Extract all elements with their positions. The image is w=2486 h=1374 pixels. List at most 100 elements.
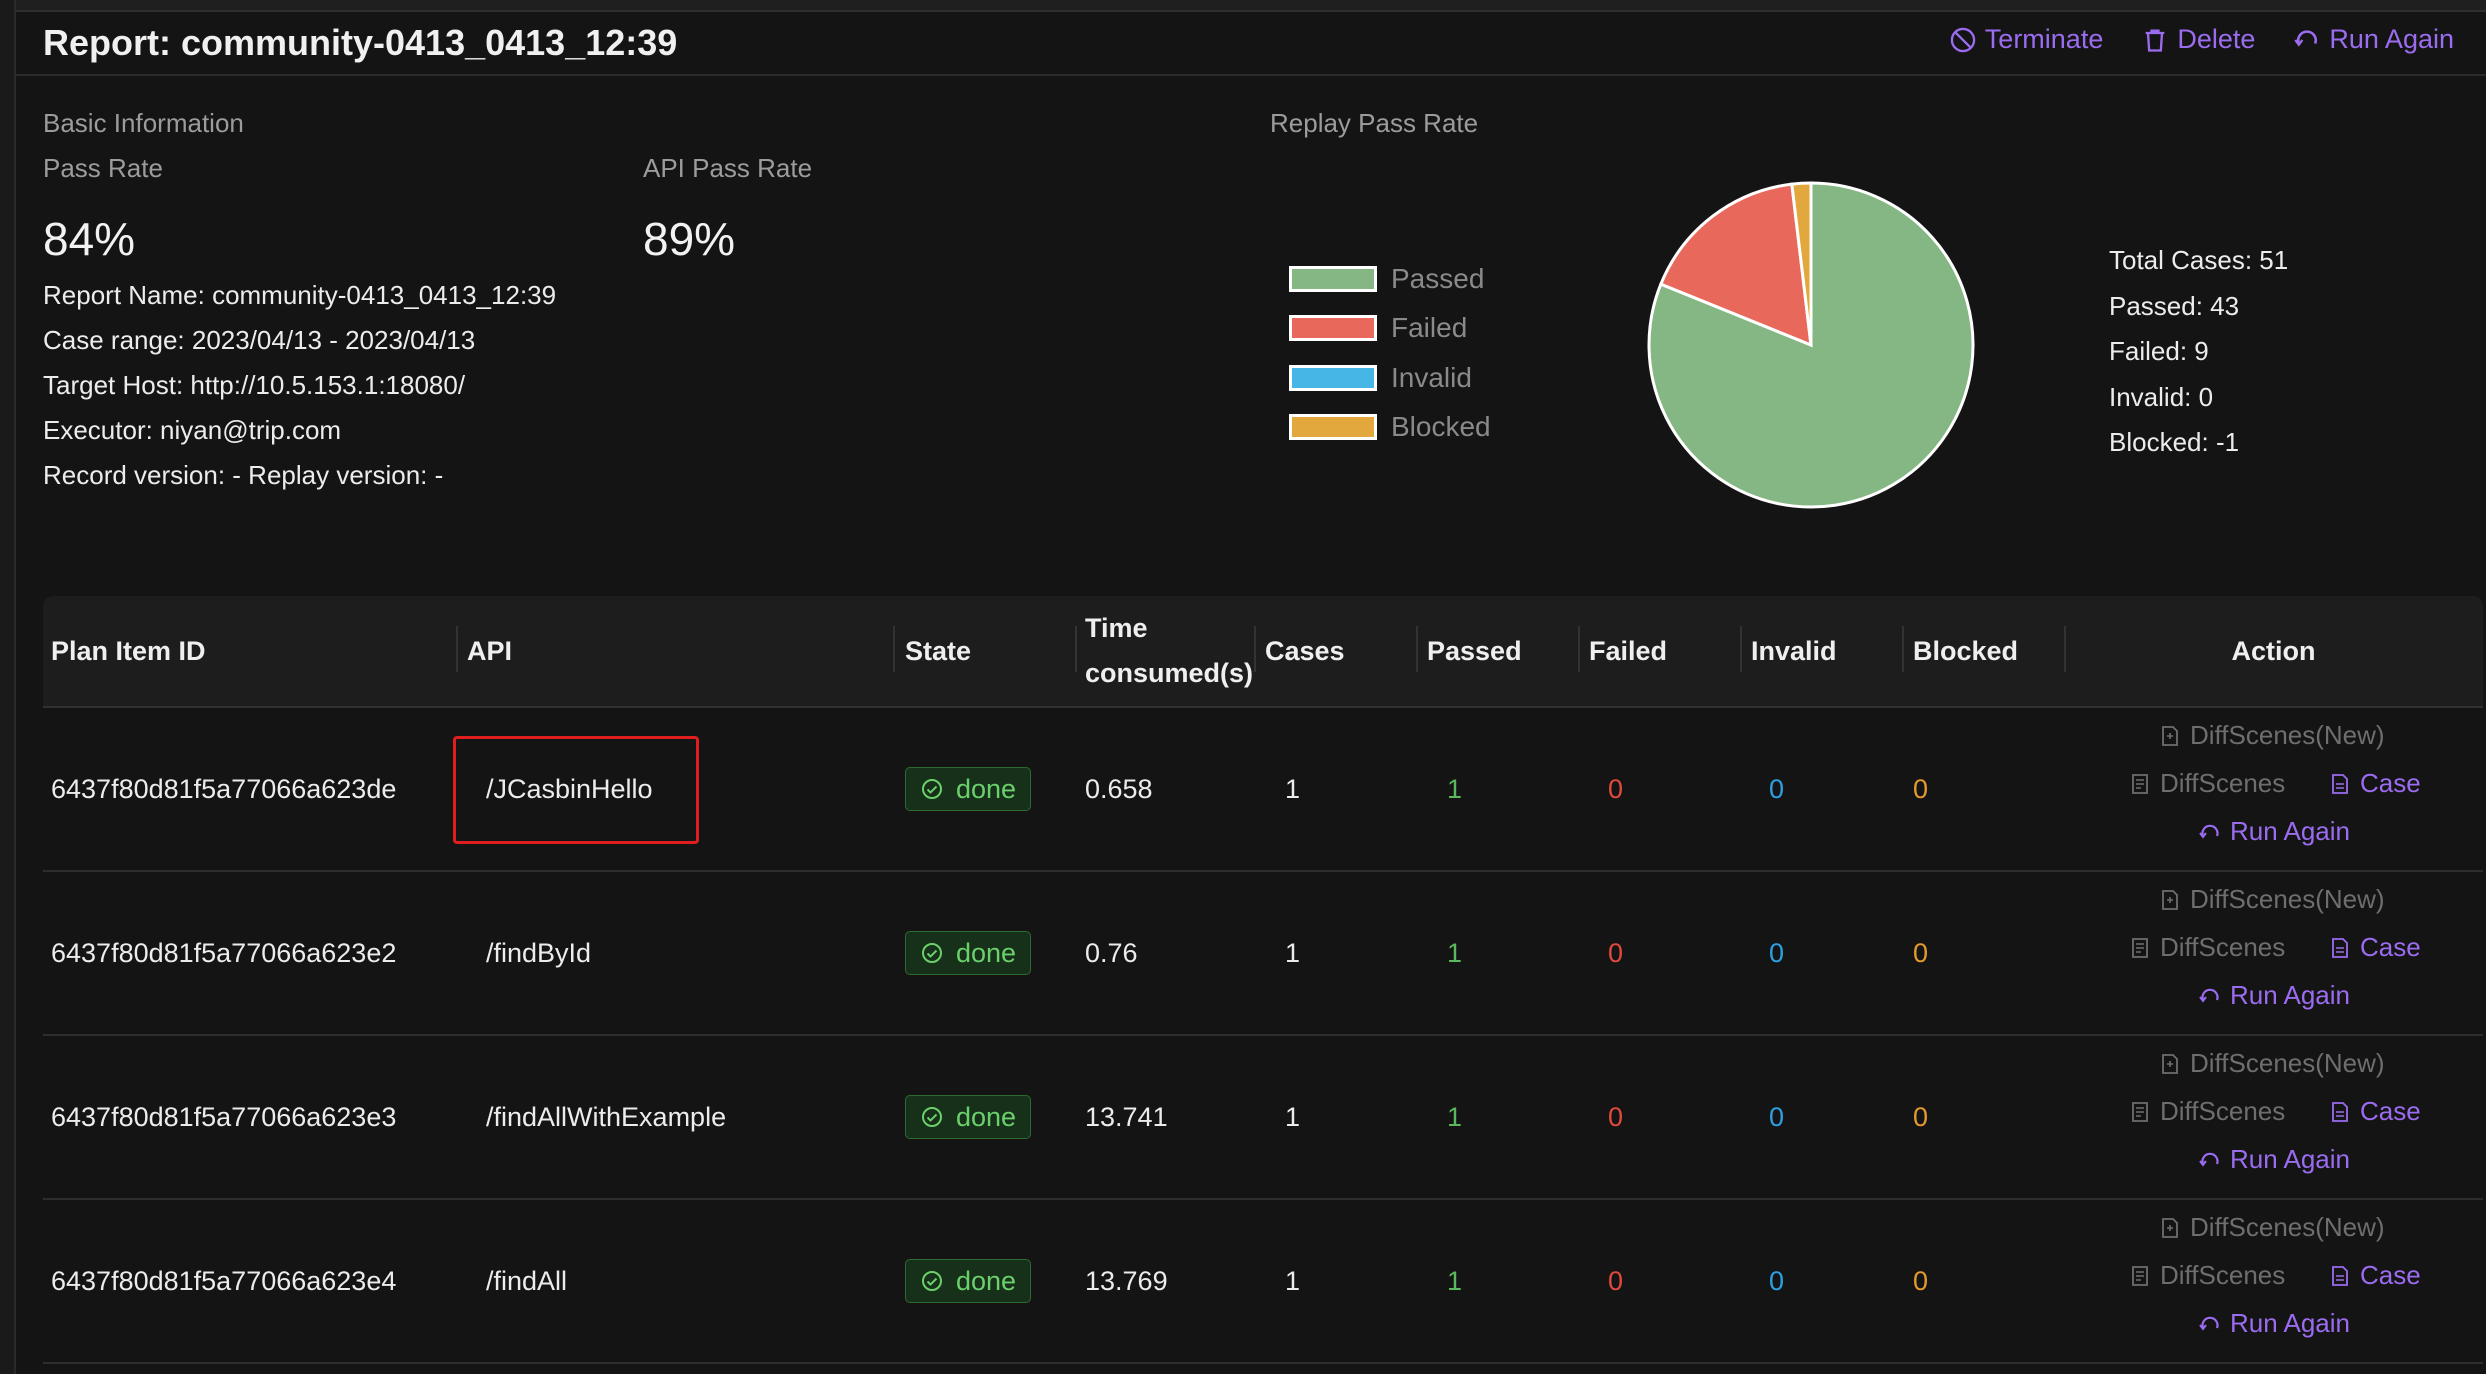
case-button[interactable]: Case (2328, 1096, 2421, 1127)
cases-count: 1 (1285, 1101, 1301, 1132)
col-action: Action (2231, 635, 2316, 666)
pass-rate-value: 84% (43, 213, 136, 265)
legend-item-passed[interactable]: Passed (1289, 254, 1491, 304)
case-range: Case range: 2023/04/13 - 2023/04/13 (43, 325, 476, 355)
file-icon (2332, 1265, 2348, 1286)
cases-count: 1 (1285, 773, 1301, 804)
terminate-label: Terminate (1984, 24, 2104, 54)
diffscenes-new-label: DiffScenes(New) (2190, 720, 2385, 750)
column-divider (1902, 626, 1904, 672)
header-actions: Terminate Delete Run Again (1949, 24, 2454, 55)
executor: Executor: niyan@trip.com (43, 415, 342, 445)
replay-stats: Total Cases: 51 Passed: 43 Failed: 9 Inv… (2109, 238, 2288, 466)
diffscenes-new-button[interactable]: DiffScenes(New) (2158, 1212, 2385, 1243)
stat-invalid: Invalid: 0 (2109, 381, 2214, 412)
trash-icon (2146, 29, 2165, 52)
versions: Record version: - Replay version: - (43, 460, 444, 490)
invalid-count: 0 (1769, 1101, 1785, 1132)
row-actions: DiffScenes(New) DiffScenes Case Run Agai… (43, 708, 2421, 870)
legend-swatch (1289, 315, 1377, 342)
diffscenes-button[interactable]: DiffScenes (2128, 932, 2285, 963)
row-run-again-button[interactable]: Run Again (2198, 1144, 2350, 1175)
stop-icon (1950, 27, 1976, 52)
column-divider (456, 626, 458, 672)
case-button[interactable]: Case (2328, 932, 2421, 963)
legend-item-failed[interactable]: Failed (1289, 304, 1491, 354)
failed-count: 0 (1608, 1101, 1624, 1132)
column-divider (1075, 626, 1077, 672)
col-time-consumed: Time consumed(s) (1085, 613, 1254, 688)
terminate-button[interactable]: Terminate (1949, 24, 2104, 55)
legend-label: Passed (1391, 262, 1485, 294)
blocked-count: 0 (1913, 1101, 1929, 1132)
file-icon (2332, 937, 2348, 958)
table-row: 6437f80d81f5a77066a623de /JCasbinHello d… (43, 708, 2483, 872)
row-run-again-button[interactable]: Run Again (2198, 1308, 2350, 1339)
replay-pie-chart (1647, 181, 1975, 509)
chart-legend: Passed Failed Invalid Blocked (1289, 254, 1491, 452)
col-failed: Failed (1589, 635, 1668, 666)
case-button[interactable]: Case (2328, 768, 2421, 799)
passed-count: 1 (1447, 937, 1463, 968)
case-label: Case (2360, 1096, 2421, 1126)
replay-pass-rate-label: Replay Pass Rate (1270, 108, 1479, 138)
redo-icon (2199, 988, 2219, 1003)
col-state: State (905, 635, 972, 666)
list-doc-icon (2132, 1101, 2148, 1122)
legend-item-blocked[interactable]: Blocked (1289, 403, 1491, 453)
plan-items-table: Plan Item ID API State Time consumed(s) … (43, 596, 2483, 1364)
failed-count: 0 (1608, 1265, 1624, 1296)
stat-passed: Passed: 43 (2109, 290, 2240, 321)
case-label: Case (2360, 932, 2421, 962)
run-again-label: Run Again (2230, 1144, 2350, 1174)
report-header: Report: community-0413_0413_12:39 Termin… (16, 12, 2486, 76)
row-actions: DiffScenes(New) DiffScenes Case Run Agai… (43, 1200, 2421, 1362)
diffscenes-button[interactable]: DiffScenes (2128, 1096, 2285, 1127)
pass-rate-label: Pass Rate (43, 153, 163, 183)
diffscenes-new-label: DiffScenes(New) (2190, 1048, 2385, 1078)
invalid-count: 0 (1769, 937, 1785, 968)
column-divider (1254, 626, 1256, 672)
redo-icon (2199, 824, 2219, 839)
run-again-button[interactable]: Run Again (2293, 24, 2454, 55)
invalid-count: 0 (1769, 1265, 1785, 1296)
run-again-label: Run Again (2230, 816, 2350, 846)
api-pass-rate-label: API Pass Rate (643, 153, 813, 183)
legend-swatch (1289, 265, 1377, 292)
col-blocked: Blocked (1913, 635, 2019, 666)
row-run-again-button[interactable]: Run Again (2198, 816, 2350, 847)
redo-icon (2294, 29, 2318, 47)
diffscenes-label: DiffScenes (2160, 1260, 2286, 1290)
row-actions: DiffScenes(New) DiffScenes Case Run Agai… (43, 872, 2421, 1034)
diffscenes-button[interactable]: DiffScenes (2128, 768, 2285, 799)
diffscenes-new-label: DiffScenes(New) (2190, 1212, 2385, 1242)
stat-failed: Failed: 9 (2109, 336, 2209, 366)
col-invalid: Invalid (1751, 635, 1837, 666)
blocked-count: 0 (1913, 1265, 1929, 1296)
row-run-again-button[interactable]: Run Again (2198, 980, 2350, 1011)
diffscenes-button[interactable]: DiffScenes (2128, 1260, 2285, 1291)
delete-label: Delete (2177, 24, 2256, 54)
file-icon (2332, 1101, 2348, 1122)
case-button[interactable]: Case (2328, 1260, 2421, 1291)
failed-count: 0 (1608, 773, 1624, 804)
column-divider (1740, 626, 1742, 672)
legend-item-invalid[interactable]: Invalid (1289, 353, 1491, 403)
redo-icon (2199, 1152, 2219, 1167)
diffscenes-label: DiffScenes (2160, 768, 2286, 798)
api-pass-rate-value: 89% (643, 213, 736, 265)
case-label: Case (2360, 768, 2421, 798)
doc-icon (2162, 1217, 2178, 1238)
diffscenes-new-button[interactable]: DiffScenes(New) (2158, 884, 2385, 915)
list-doc-icon (2132, 937, 2148, 958)
diffscenes-new-label: DiffScenes(New) (2190, 884, 2385, 914)
passed-count: 1 (1447, 773, 1463, 804)
invalid-count: 0 (1769, 773, 1785, 804)
diffscenes-new-button[interactable]: DiffScenes(New) (2158, 720, 2385, 751)
delete-button[interactable]: Delete (2141, 24, 2255, 55)
list-doc-icon (2132, 773, 2148, 794)
diffscenes-new-button[interactable]: DiffScenes(New) (2158, 1048, 2385, 1079)
file-icon (2332, 773, 2348, 794)
doc-icon (2162, 725, 2178, 746)
cases-count: 1 (1285, 937, 1301, 968)
